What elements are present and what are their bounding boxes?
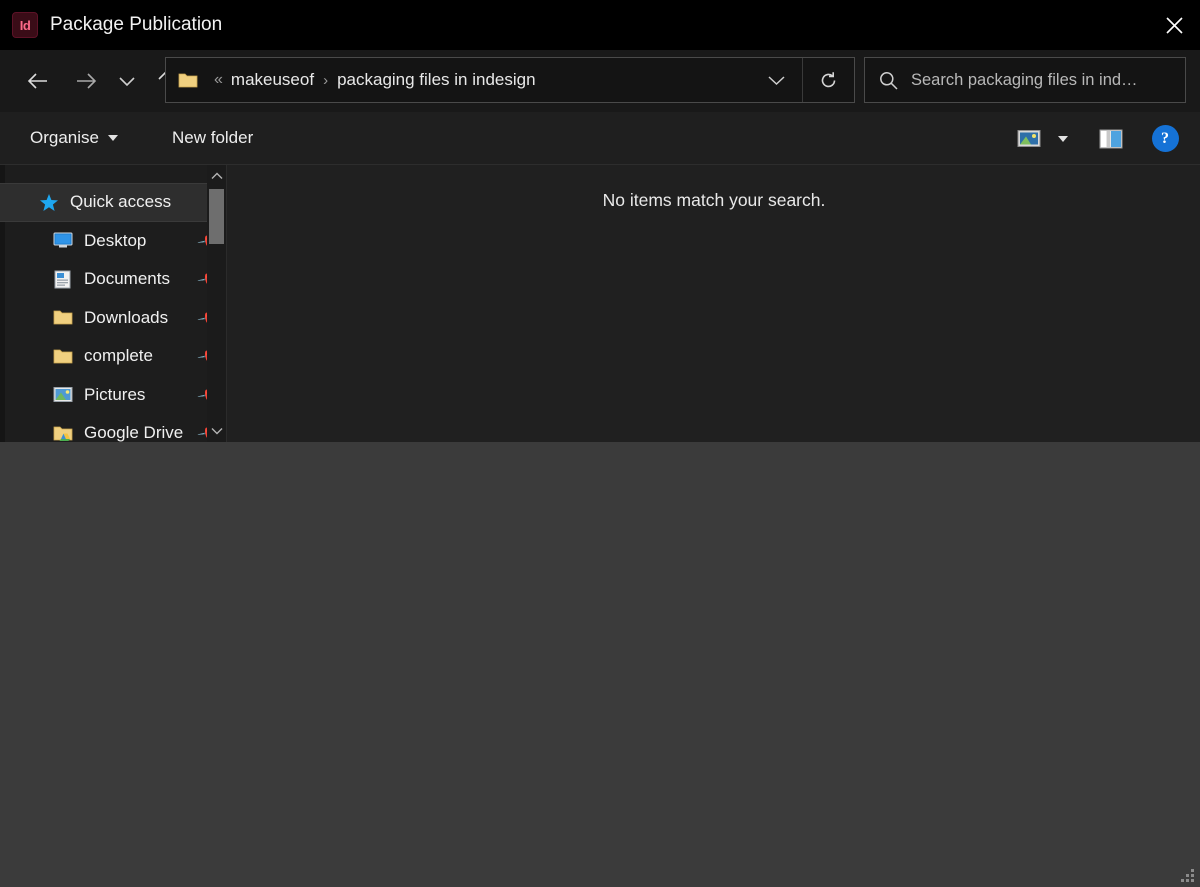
sidebar-item-documents[interactable]: Documents 📌: [0, 260, 226, 299]
address-bar[interactable]: « makeuseof › packaging files in indesig…: [165, 57, 855, 103]
search-input[interactable]: Search packaging files in ind…: [864, 57, 1186, 103]
breadcrumb-overflow-icon[interactable]: «: [214, 71, 223, 89]
package-options-panel: Copy Fonts (Except activated from Adobe …: [0, 442, 1200, 887]
file-list-area[interactable]: No items match your search.: [228, 165, 1200, 442]
chevron-down-glyph: [1058, 136, 1068, 142]
organise-label: Organise: [30, 128, 99, 148]
window-title: Package Publication: [50, 14, 222, 36]
address-chevron-down-icon[interactable]: [750, 58, 802, 102]
sidebar-item-downloads[interactable]: Downloads 📌: [0, 299, 226, 338]
package-publication-window: Id Package Publication « makeuseof: [0, 0, 1200, 887]
pictures-icon: [52, 385, 74, 405]
breadcrumb-separator-icon: ›: [323, 72, 328, 89]
search-icon: [865, 71, 911, 90]
sidebar-item-label: Pictures: [84, 385, 145, 405]
close-icon[interactable]: [1148, 0, 1200, 50]
sidebar-item-complete[interactable]: complete 📌: [0, 337, 226, 376]
new-folder-button[interactable]: New folder: [164, 112, 261, 164]
help-icon[interactable]: ?: [1144, 118, 1186, 160]
sidebar-item-desktop[interactable]: Desktop 📌: [0, 222, 226, 261]
chevron-up-icon[interactable]: [207, 165, 226, 187]
sidebar-item-quick-access[interactable]: Quick access: [0, 183, 226, 222]
sidebar-item-label: Downloads: [84, 308, 168, 328]
chevron-down-icon: [108, 135, 118, 141]
sidebar-item-label: Quick access: [70, 192, 171, 212]
indesign-id-icon: Id: [12, 12, 38, 38]
title-bar: Id Package Publication: [0, 0, 1200, 50]
breadcrumb-item-1[interactable]: packaging files in indesign: [337, 70, 535, 90]
refresh-icon[interactable]: [802, 58, 854, 102]
scrollbar-thumb[interactable]: [209, 189, 224, 244]
folder-icon: [52, 308, 74, 328]
help-glyph: ?: [1152, 125, 1179, 152]
recent-locations-chevron-down-icon[interactable]: [110, 61, 144, 101]
command-bar: Organise New folder: [0, 112, 1200, 165]
sidebar-item-label: complete: [84, 346, 153, 366]
new-folder-label: New folder: [172, 128, 253, 148]
chevron-down-icon[interactable]: [207, 420, 226, 442]
preview-pane-icon[interactable]: [1090, 118, 1132, 160]
view-chevron-down-icon[interactable]: [1050, 118, 1076, 160]
sidebar-item-label: Google Drive: [84, 423, 183, 442]
sidebar-item-google-drive[interactable]: Google Drive 📌: [0, 414, 226, 442]
folder-icon: [52, 346, 74, 366]
resize-grip-icon[interactable]: [1181, 869, 1195, 883]
sidebar-item-pictures[interactable]: Pictures 📌: [0, 376, 226, 415]
google-drive-icon: [52, 423, 74, 442]
navigation-sidebar: Quick access Desktop 📌: [0, 165, 227, 442]
star-icon: [38, 192, 60, 212]
sidebar-scrollbar[interactable]: [207, 165, 226, 442]
breadcrumb-item-0[interactable]: makeuseof: [231, 70, 314, 90]
organise-button[interactable]: Organise: [22, 112, 126, 164]
back-arrow-icon[interactable]: [18, 61, 58, 101]
forward-arrow-icon[interactable]: [66, 61, 106, 101]
desktop-icon: [52, 231, 74, 251]
sidebar-item-label: Documents: [84, 269, 170, 289]
sidebar-item-label: Desktop: [84, 231, 146, 251]
breadcrumb: « makeuseof › packaging files in indesig…: [210, 70, 750, 90]
empty-state-message: No items match your search.: [228, 190, 1200, 211]
documents-icon: [52, 269, 74, 289]
view-layout-icon[interactable]: [1008, 118, 1050, 160]
folder-icon: [178, 72, 198, 89]
search-placeholder: Search packaging files in ind…: [911, 71, 1138, 90]
file-browser-body: Quick access Desktop 📌: [0, 165, 1200, 442]
